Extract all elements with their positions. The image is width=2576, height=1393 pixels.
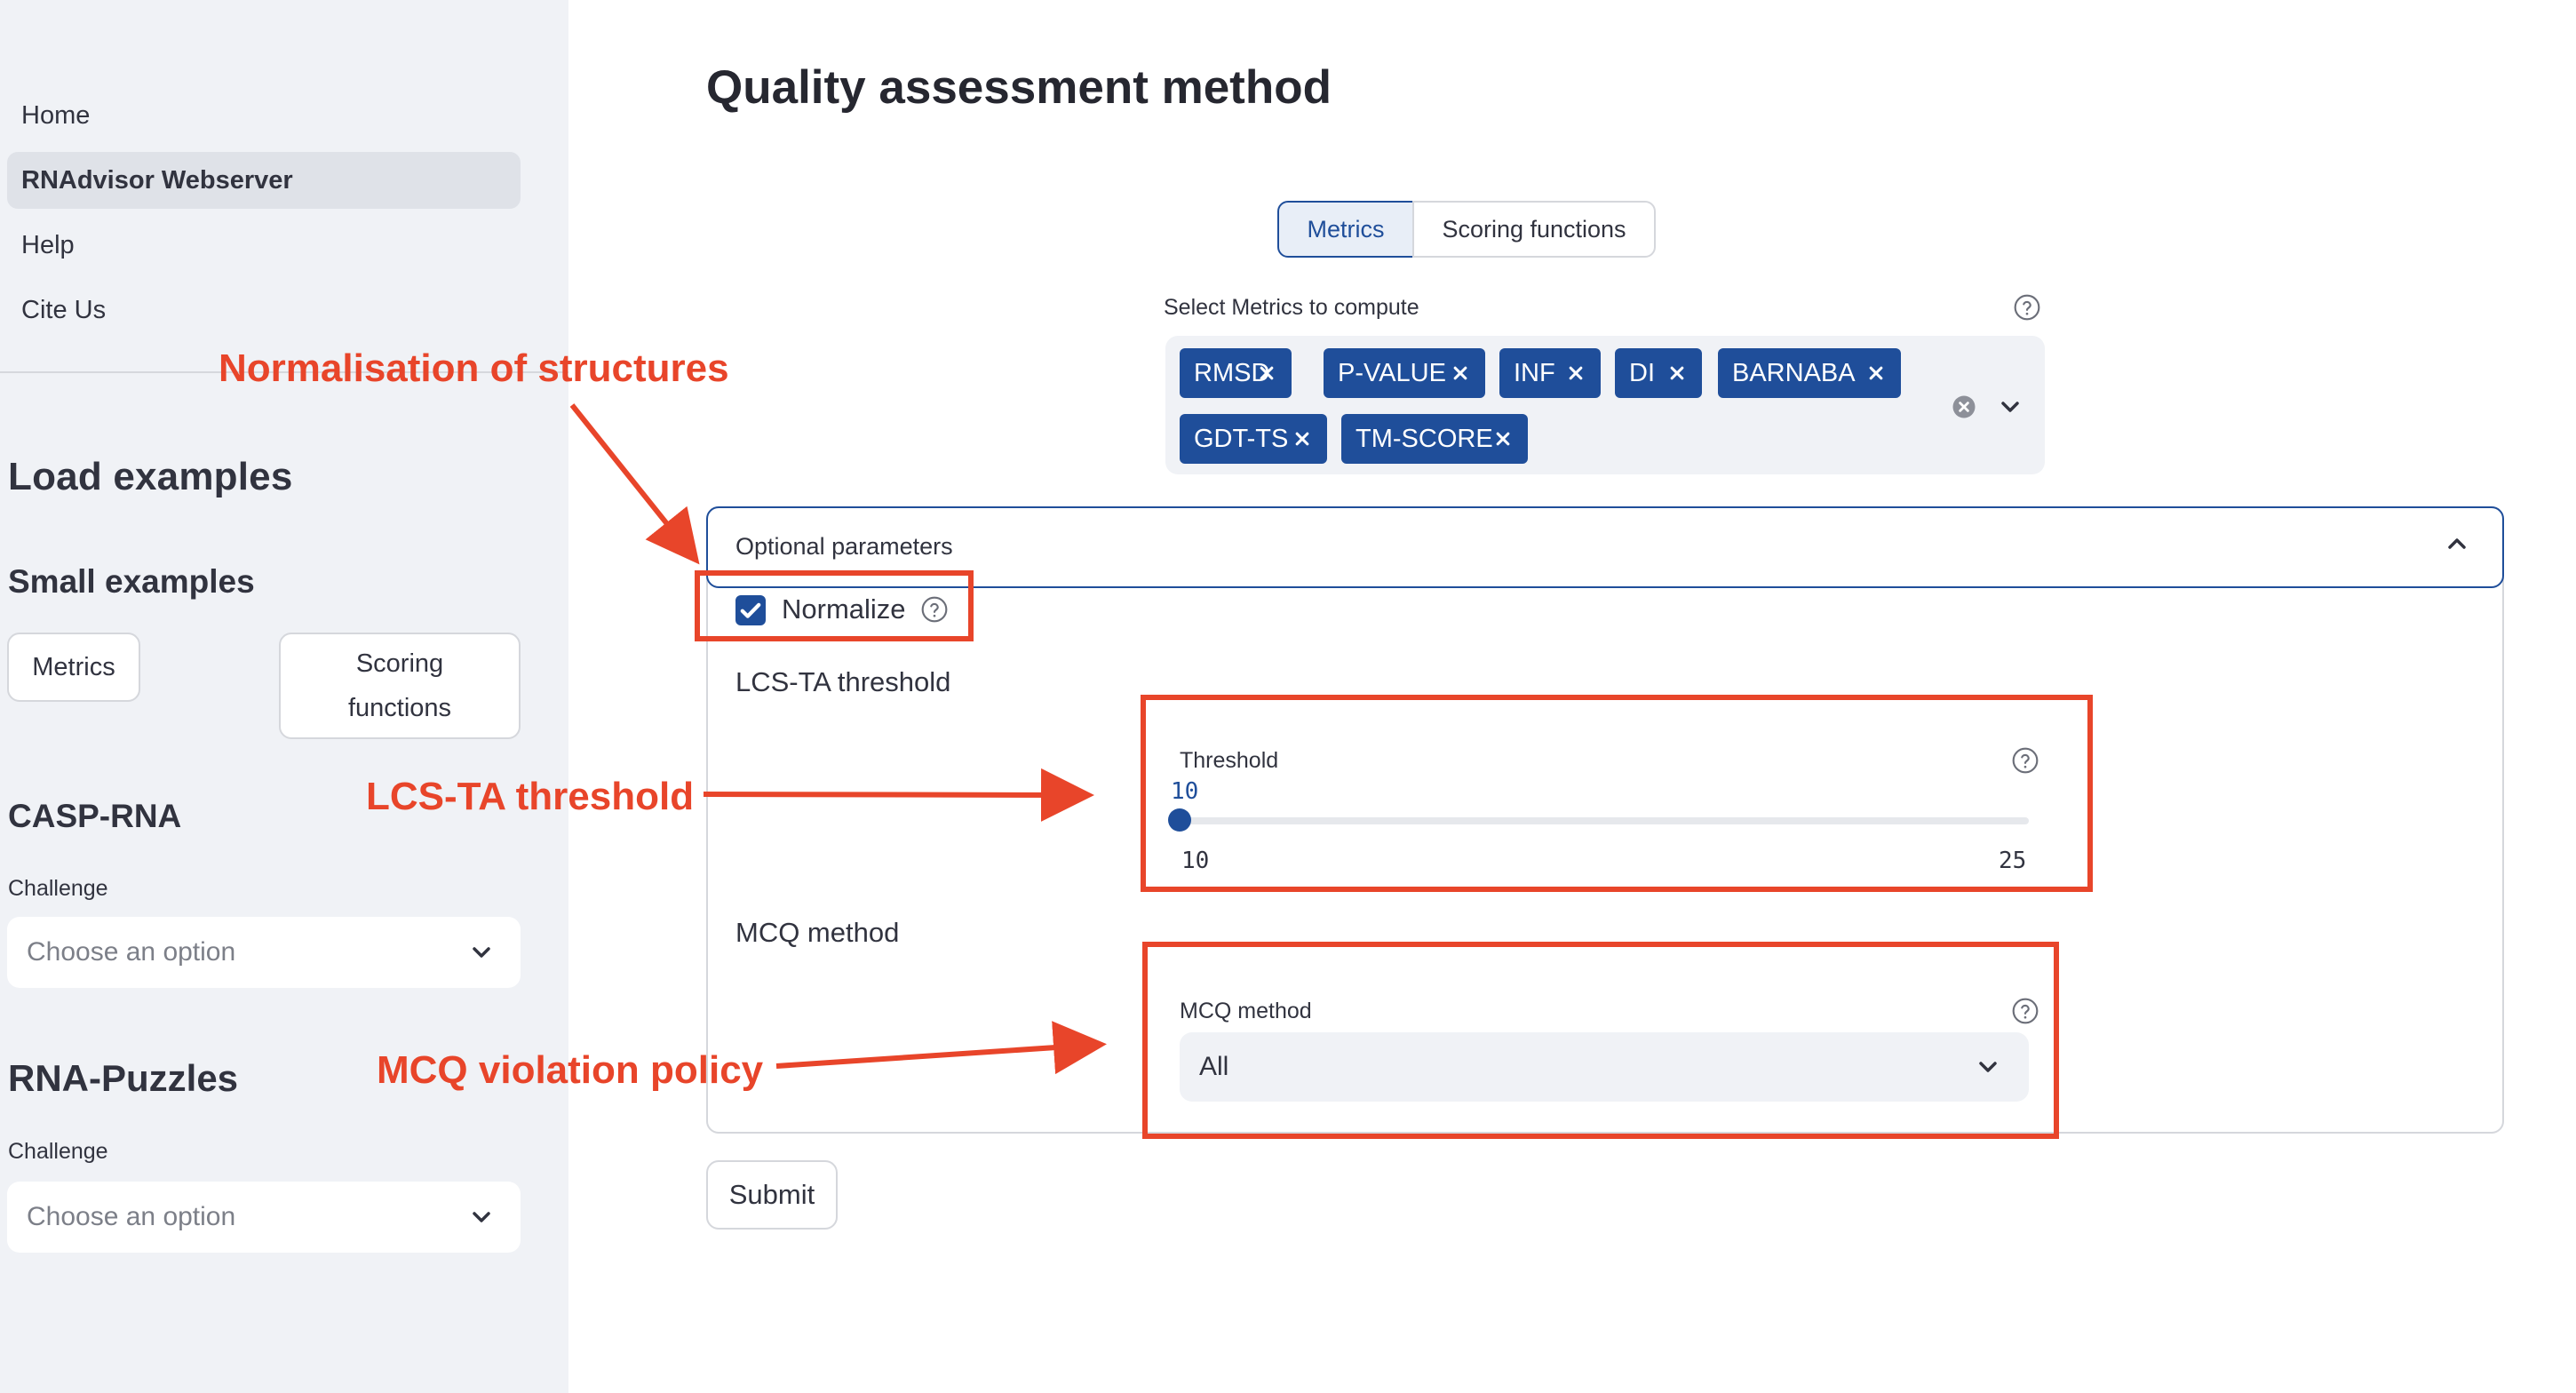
metric-chip[interactable]: BARNABA: [1718, 348, 1901, 398]
nav-cite-us[interactable]: Cite Us: [7, 282, 521, 338]
annotation-normalisation-label: Normalisation of structures: [219, 346, 729, 390]
chevron-down-icon: [473, 947, 490, 958]
mcq-method-heading: MCQ method: [735, 917, 900, 948]
nav-home[interactable]: Home: [7, 87, 521, 144]
metric-chip-label: GDT-TS: [1194, 424, 1289, 453]
metric-chip[interactable]: RMSD: [1180, 348, 1292, 398]
nav-rnadvisor-webserver[interactable]: RNAdvisor Webserver: [7, 152, 521, 209]
example-scoring-functions-button[interactable]: Scoring functions: [279, 633, 521, 739]
optional-parameters-header[interactable]: [706, 506, 2504, 588]
nav-help[interactable]: Help: [7, 217, 521, 274]
sidebar: Home RNAdvisor Webserver Help Cite Us Lo…: [0, 0, 568, 1393]
annotation-normalize-box: [695, 570, 974, 641]
metric-chip-label: INF: [1514, 358, 1555, 387]
annotation-arrow-normalize: [569, 403, 700, 565]
close-icon[interactable]: [1290, 426, 1315, 451]
metric-chip-label: TM-SCORE: [1356, 424, 1493, 453]
annotation-threshold-box: [1141, 695, 2093, 892]
puzzles-challenge-placeholder: Choose an option: [27, 1202, 236, 1231]
close-icon[interactable]: [1864, 361, 1888, 386]
page-title: Quality assessment method: [706, 61, 1332, 114]
metrics-multiselect[interactable]: RMSD P-VALUE INF DI BARNABA GDT-TS TM-SC…: [1165, 336, 2045, 474]
casp-challenge-select[interactable]: Choose an option: [7, 917, 521, 988]
casp-challenge-placeholder: Choose an option: [27, 937, 236, 967]
chevron-down-icon: [473, 1212, 490, 1222]
lcs-ta-heading: LCS-TA threshold: [735, 666, 951, 697]
annotation-mcq-box: [1142, 942, 2059, 1139]
metric-chip[interactable]: TM-SCORE: [1341, 414, 1528, 464]
puzzles-challenge-select[interactable]: Choose an option: [7, 1182, 521, 1253]
chevron-up-icon[interactable]: [2443, 529, 2471, 558]
metric-chip[interactable]: P-VALUE: [1324, 348, 1485, 398]
tab-metrics[interactable]: Metrics: [1277, 201, 1414, 258]
submit-button[interactable]: Submit: [706, 1160, 838, 1230]
metric-chip-label: P-VALUE: [1338, 358, 1446, 387]
annotation-mcq-label: MCQ violation policy: [377, 1048, 764, 1092]
casp-rna-heading: CASP-RNA: [8, 798, 182, 834]
metric-chip[interactable]: INF: [1499, 348, 1601, 398]
metric-chip[interactable]: DI: [1615, 348, 1702, 398]
load-examples-heading: Load examples: [8, 455, 293, 498]
example-metrics-button[interactable]: Metrics: [7, 633, 140, 702]
tab-scoring-functions[interactable]: Scoring functions: [1412, 201, 1656, 258]
puzzles-challenge-label: Challenge: [8, 1139, 108, 1164]
close-icon[interactable]: [1254, 361, 1279, 386]
chevron-down-icon[interactable]: [1996, 393, 2024, 421]
annotation-lcs-label: LCS-TA threshold: [366, 775, 695, 818]
metric-chip-label: BARNABA: [1732, 358, 1856, 387]
metric-chip[interactable]: GDT-TS: [1180, 414, 1327, 464]
casp-challenge-label: Challenge: [8, 876, 108, 901]
close-icon[interactable]: [1448, 361, 1473, 386]
close-icon[interactable]: [1563, 361, 1588, 386]
clear-icon[interactable]: [1951, 394, 1977, 420]
close-icon[interactable]: [1665, 361, 1690, 386]
help-icon[interactable]: [2013, 293, 2041, 322]
small-examples-heading: Small examples: [8, 563, 255, 600]
rna-puzzles-heading: RNA-Puzzles: [8, 1057, 239, 1099]
close-icon[interactable]: [1491, 426, 1515, 451]
metrics-select-label: Select Metrics to compute: [1164, 295, 1419, 320]
optional-parameters-title: Optional parameters: [735, 533, 953, 560]
metric-chip-label: DI: [1629, 358, 1655, 387]
